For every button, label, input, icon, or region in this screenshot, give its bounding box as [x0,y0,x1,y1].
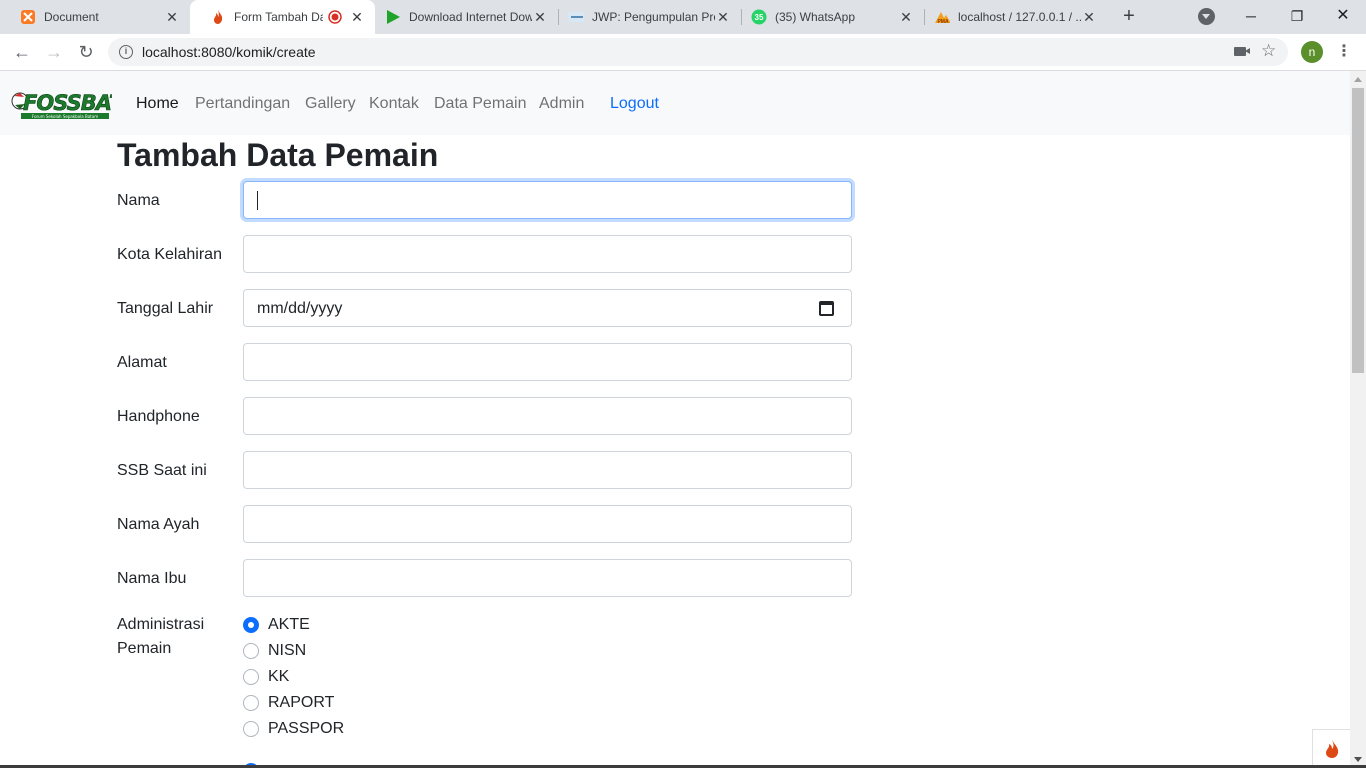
new-tab-button[interactable]: + [1118,5,1140,27]
tab-title: localhost / 127.0.0.1 / ... [958,10,1081,24]
nama-ayah-input[interactable] [243,505,852,543]
reload-button[interactable]: ↻ [74,40,98,64]
field-label-nama-ibu: Nama Ibu [117,570,187,587]
ssb-input[interactable] [243,451,852,489]
recording-icon [327,9,343,25]
address-bar[interactable]: i localhost:8080/komik/create ☆ [108,38,1288,66]
radio-label[interactable]: PASSPOR [268,720,344,738]
page-viewport: FOSSBAT Forum Sekolah Sepakbola Batam Ho… [0,71,1350,768]
close-window-button[interactable]: ✕ [1328,4,1358,28]
fossbat-logo[interactable]: FOSSBAT Forum Sekolah Sepakbola Batam [11,84,126,122]
tab-phpmyadmin[interactable]: PMA localhost / 127.0.0.1 / ... ✕ [924,0,1107,34]
profile-avatar[interactable]: n [1301,41,1323,63]
whatsapp-icon: 35 [751,9,767,25]
tab-search-icon[interactable] [1198,8,1215,25]
site-navbar: FOSSBAT Forum Sekolah Sepakbola Batam Ho… [0,71,1350,135]
field-label-nama: Nama [117,192,160,209]
tab-title: Form Tambah Data Pemain [234,10,323,24]
tanggal-lahir-input[interactable]: mm/dd/yyyy [243,289,852,327]
radio-button[interactable] [243,721,259,737]
tab-jwp[interactable]: JWP: Pengumpulan Proyek ✕ [558,0,741,34]
close-tab-icon[interactable]: ✕ [532,9,548,25]
radio-button-checked[interactable] [243,617,259,633]
field-label-nama-ayah: Nama Ayah [117,516,200,533]
radio-label[interactable]: KK [268,668,289,686]
nama-ibu-input[interactable] [243,559,852,597]
tab-document[interactable]: Document ✕ [0,0,190,34]
page-scrollbar[interactable] [1350,71,1366,768]
camera-icon[interactable] [1234,47,1250,56]
calendar-icon[interactable] [819,301,834,316]
field-label-alamat: Alamat [117,354,167,371]
page-title: Tambah Data Pemain [117,137,439,173]
nav-logout[interactable]: Logout [610,95,659,113]
nav-gallery[interactable]: Gallery [305,95,356,113]
text-caret [257,191,258,210]
browser-toolbar: ← → ↻ i localhost:8080/komik/create ☆ n … [0,34,1366,71]
nav-data-pemain[interactable]: Data Pemain [434,95,527,113]
restore-button[interactable]: ❐ [1282,4,1312,28]
bookmark-star-icon[interactable]: ☆ [1261,41,1276,61]
scroll-up-arrow-icon[interactable] [1354,77,1362,82]
radio-option-raport[interactable]: RAPORT [243,691,334,715]
forward-button[interactable]: → [42,40,66,64]
nama-input[interactable] [243,181,852,219]
tab-form-tambah-data[interactable]: Form Tambah Data Pemain ✕ [190,0,375,34]
date-placeholder: mm/dd/yyyy [257,300,343,317]
logo-subtext: Forum Sekolah Sepakbola Batam [32,114,98,119]
radio-button[interactable] [243,643,259,659]
url-text[interactable]: localhost:8080/komik/create [142,44,316,60]
field-label-kota-kelahiran: Kota Kelahiran [117,246,222,263]
close-tab-icon[interactable]: ✕ [715,9,731,25]
menu-kebab-icon[interactable]: ⋮ [1336,40,1352,64]
back-button[interactable]: ← [10,40,34,64]
phpmyadmin-icon: PMA [934,9,950,25]
radio-label[interactable]: NISN [268,642,306,660]
minimize-button[interactable]: ─ [1236,4,1266,28]
alamat-input[interactable] [243,343,852,381]
radio-label[interactable]: RAPORT [268,694,334,712]
field-label-ssb: SSB Saat ini [117,462,207,479]
close-tab-icon[interactable]: ✕ [164,9,180,25]
tab-strip: Document ✕ Form Tambah Data Pemain ✕ Dow… [0,0,1366,34]
radio-button[interactable] [243,669,259,685]
radio-button[interactable] [243,695,259,711]
radio-option-kk[interactable]: KK [243,665,289,689]
scrollbar-thumb[interactable] [1352,88,1364,373]
scroll-down-arrow-icon[interactable] [1354,757,1362,762]
tab-download-idm[interactable]: Download Internet Download Manager ✕ [375,0,558,34]
handphone-input[interactable] [243,397,852,435]
xampp-icon [20,9,36,25]
logo-text: FOSSBAT [23,91,112,115]
nav-kontak[interactable]: Kontak [369,95,419,113]
site-info-icon[interactable]: i [119,45,133,59]
idm-play-icon [385,9,401,25]
close-tab-icon[interactable]: ✕ [1081,9,1097,25]
debug-toolbar-flame-icon[interactable] [1312,729,1350,768]
radio-option-passpor[interactable]: PASSPOR [243,717,344,741]
close-tab-icon[interactable]: ✕ [898,9,914,25]
nav-pertandingan[interactable]: Pertandingan [195,95,290,113]
close-tab-icon[interactable]: ✕ [349,9,365,25]
kota-kelahiran-input[interactable] [243,235,852,273]
radio-option-akte[interactable]: AKTE [243,613,310,637]
jwp-icon [568,9,584,25]
nav-admin[interactable]: Admin [539,95,584,113]
svg-text:35: 35 [755,13,764,22]
radio-option-nisn[interactable]: NISN [243,639,306,663]
tab-title: Document [44,10,99,24]
tab-title: (35) WhatsApp [775,10,856,24]
field-label-administrasi: Administrasi Pemain [117,616,205,657]
svg-text:PMA: PMA [937,19,949,24]
field-label-handphone: Handphone [117,408,200,425]
radio-label[interactable]: AKTE [268,616,310,634]
tab-title: JWP: Pengumpulan Proyek [592,10,715,24]
codeigniter-flame-icon [210,9,226,25]
nav-home[interactable]: Home [136,95,179,113]
field-label-tanggal-lahir: Tanggal Lahir [117,300,214,317]
tab-title: Download Internet Download Manager [409,10,532,24]
tab-whatsapp[interactable]: 35 (35) WhatsApp ✕ [741,0,924,34]
